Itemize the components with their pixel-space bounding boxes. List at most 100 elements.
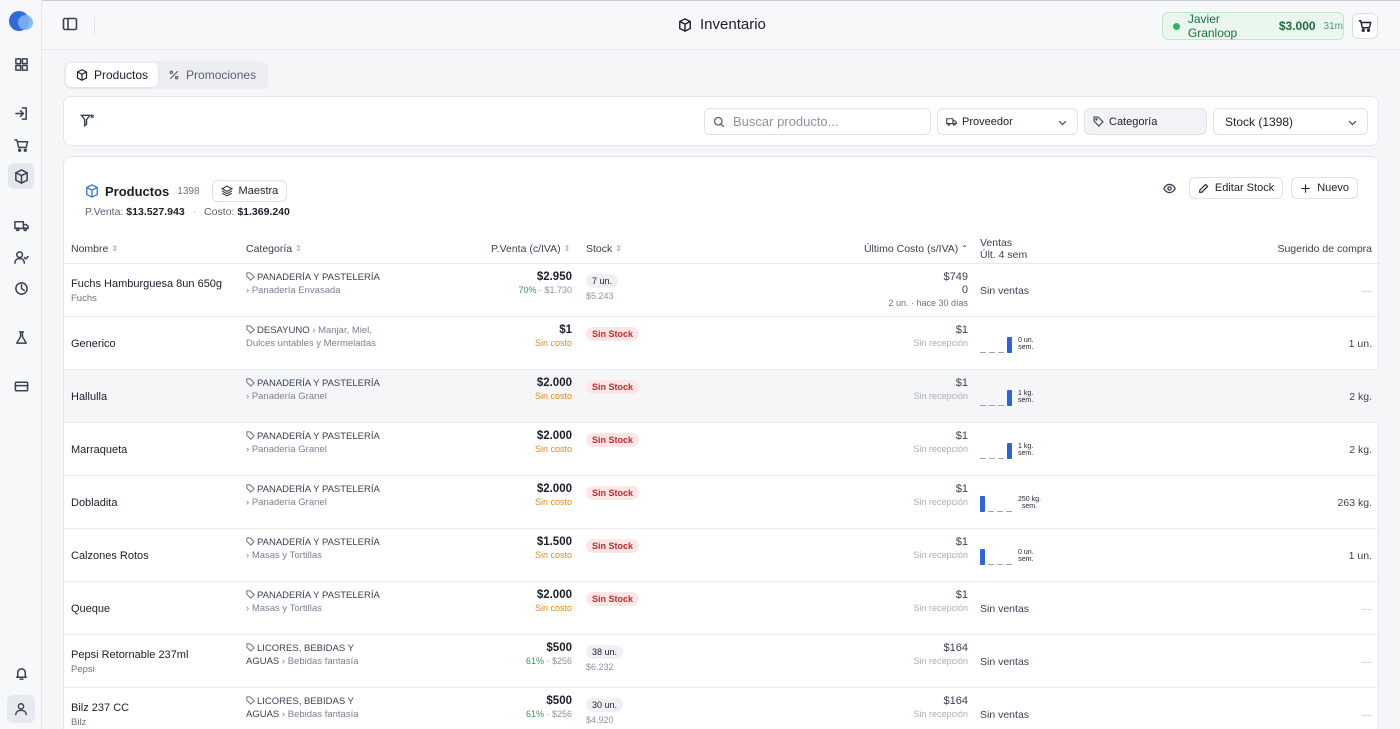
- clock-icon[interactable]: [10, 277, 32, 299]
- product-name-cell: Queque: [71, 582, 241, 635]
- cart-button[interactable]: [1352, 13, 1378, 39]
- table-row[interactable]: Dobladita PANADERÍA Y PASTELERÍA › Panade…: [64, 476, 1380, 529]
- cart-icon[interactable]: [10, 134, 32, 156]
- box-icon: [76, 69, 88, 81]
- proveedor-select[interactable]: Proveedor: [937, 108, 1078, 135]
- product-name-cell: Bilz 237 CC Bilz: [71, 688, 241, 729]
- price-cell: $2.000 Sin costo: [535, 483, 572, 507]
- chevron-down-icon: [1058, 120, 1067, 126]
- stock-cell: 38 un. $6.232: [586, 642, 624, 672]
- stock-value: $5.243: [586, 291, 614, 301]
- edit-stock-button[interactable]: Editar Stock: [1188, 177, 1284, 199]
- category-separator: ›: [309, 325, 319, 336]
- bell-icon[interactable]: [10, 662, 32, 684]
- table-row[interactable]: Calzones Rotos PANADERÍA Y PASTELERÍA › M…: [64, 529, 1380, 582]
- suggested-purchase: —: [1361, 602, 1373, 615]
- category-separator: ›: [279, 656, 288, 667]
- product-name: Calzones Rotos: [71, 549, 149, 562]
- spark-bar-empty: [997, 510, 1003, 512]
- maestra-chip[interactable]: Maestra: [211, 180, 288, 202]
- sales-rate: 1 kg. sem.: [1018, 390, 1033, 404]
- stock-badge: Sin Stock: [586, 539, 640, 553]
- col-pventa[interactable]: P.Venta (c/IVA) ⇕: [491, 233, 570, 264]
- suggested-purchase: 263 kg.: [1337, 496, 1372, 509]
- cost-note: Sin recepción: [913, 550, 968, 560]
- suggested-purchase: 1 un.: [1348, 549, 1372, 562]
- margin: 61% · $256: [526, 709, 572, 719]
- cost-cell: $1 Sin recepción: [913, 536, 968, 562]
- stock-select[interactable]: Stock (1398): [1213, 108, 1368, 135]
- col-ventas[interactable]: Ventas Últ. 4 sem: [980, 233, 1027, 264]
- login-icon[interactable]: [10, 102, 32, 124]
- col-categoria[interactable]: Categoría ⇕: [246, 233, 302, 264]
- card-icon[interactable]: [10, 375, 32, 397]
- spark-bar-empty: [997, 563, 1003, 565]
- tab-promociones[interactable]: Promociones: [158, 63, 266, 87]
- app-logo[interactable]: [9, 11, 33, 33]
- new-product-button[interactable]: Nuevo: [1291, 177, 1358, 199]
- table-row[interactable]: Fuchs Hamburguesa 8un 650g Fuchs PANADERÍA…: [64, 264, 1380, 317]
- table-row[interactable]: Queque PANADERÍA Y PASTELERÍA › Masas y T…: [64, 582, 1380, 635]
- table-row[interactable]: Pepsi Retornable 237ml Pepsi LICORES, BEBI…: [64, 635, 1380, 688]
- stock-cell: Sin Stock: [586, 589, 640, 607]
- suggested-purchase: 1 un.: [1348, 337, 1372, 350]
- user-check-icon[interactable]: [10, 246, 32, 268]
- margin: 70% · $1.730: [518, 285, 572, 295]
- spark-bar-empty: [988, 563, 994, 565]
- spark-bar: [980, 548, 985, 565]
- margin: 61% · $256: [526, 656, 572, 666]
- table-row[interactable]: Marraqueta PANADERÍA Y PASTELERÍA › Panad…: [64, 423, 1380, 476]
- price-note: Sin costo: [534, 391, 572, 401]
- category-sub: Panadería Granel: [251, 444, 327, 455]
- layers-icon: [220, 185, 233, 197]
- sales-text: Sin ventas: [980, 708, 1030, 721]
- categoria-select[interactable]: Categoría: [1084, 108, 1207, 135]
- product-name: Bilz 237 CC: [71, 701, 130, 714]
- category-cell: LICORES, BEBIDAS Y AGUAS › Bebidas fanta…: [246, 642, 381, 668]
- product-name: Marraqueta: [71, 443, 128, 456]
- sales-sparkline: [980, 441, 1012, 459]
- col-nombre[interactable]: Nombre ⇕: [71, 233, 118, 264]
- table-row[interactable]: Hallulla PANADERÍA Y PASTELERÍA › Panader…: [64, 370, 1380, 423]
- margin-percent: 61%: [525, 656, 544, 666]
- user-session-chip[interactable]: Javier Granloop $3.000 31m: [1162, 12, 1344, 40]
- sales-text: Sin ventas: [980, 655, 1030, 668]
- tag-icon: [1093, 116, 1104, 127]
- stock-value: $6.232: [586, 662, 614, 672]
- spark-bar: [1007, 336, 1012, 353]
- sales-sparkline: [980, 335, 1012, 353]
- table-row[interactable]: Bilz 237 CC Bilz LICORES, BEBIDAS Y AGUAS …: [64, 688, 1380, 729]
- sidebar-toggle-icon[interactable]: [62, 16, 82, 36]
- tab-productos[interactable]: Productos: [66, 63, 159, 87]
- tab-label: Productos: [94, 68, 149, 82]
- filter-clear-icon[interactable]: [79, 113, 98, 131]
- col-stock[interactable]: Stock ⇕: [586, 233, 622, 264]
- truck-icon[interactable]: [10, 214, 32, 236]
- eye-icon[interactable]: [1159, 177, 1181, 199]
- product-name-cell: Marraqueta: [71, 423, 241, 476]
- cost-note: Sin recepción: [913, 391, 968, 401]
- category-sub: Panadería Granel: [251, 497, 327, 508]
- category-cell: PANADERÍA Y PASTELERÍA › Panadería Grane…: [246, 483, 381, 509]
- flask-icon[interactable]: [10, 326, 32, 348]
- last-cost: $749: [943, 271, 968, 283]
- category-sub: Panadería Envasada: [251, 285, 341, 296]
- filter-bar: Proveedor Categoría Stock (1398): [63, 96, 1379, 146]
- stock-badge: Sin Stock: [586, 433, 640, 447]
- stock-badge: Sin Stock: [586, 592, 640, 606]
- table-row[interactable]: Generico DESAYUNO › Manjar, Miel, Dulces …: [64, 317, 1380, 370]
- product-brand: Pepsi: [71, 663, 95, 675]
- search-field[interactable]: [704, 108, 931, 135]
- search-input[interactable]: [733, 114, 913, 129]
- col-ultimo-costo[interactable]: Último Costo (s/IVA) ⌃: [864, 233, 968, 264]
- search-icon: [713, 116, 725, 127]
- box-icon[interactable]: [8, 163, 34, 189]
- grid-icon[interactable]: [10, 53, 32, 75]
- box-icon: [86, 184, 98, 198]
- col-sugerido[interactable]: Sugerido de compra: [1277, 233, 1372, 264]
- cost-note: 2 un. · hace 30 días: [888, 298, 968, 308]
- cost-note: Sin recepción: [913, 709, 968, 719]
- percent-icon: [169, 70, 179, 80]
- stock-badge: Sin Stock: [586, 327, 640, 341]
- user-icon[interactable]: [7, 695, 35, 723]
